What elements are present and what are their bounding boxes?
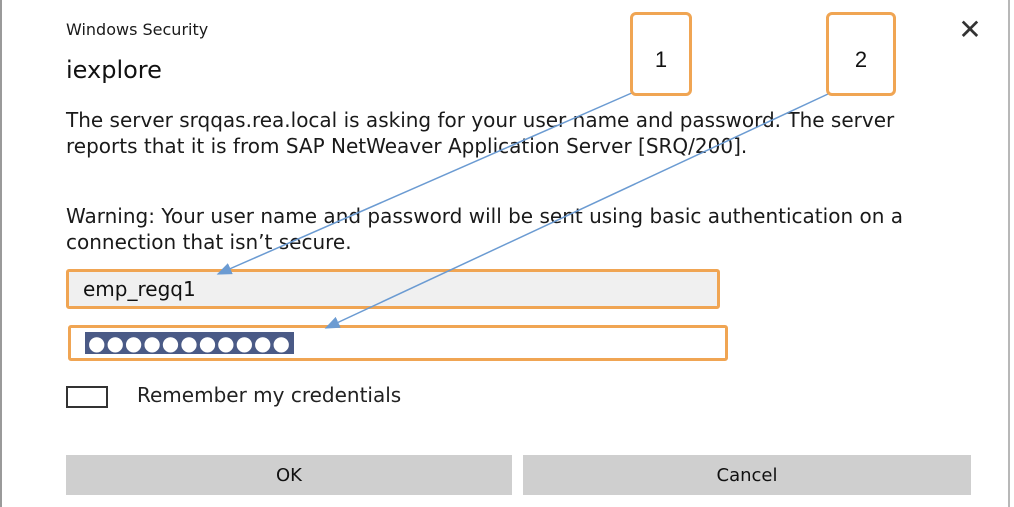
callout-1: 1	[630, 12, 692, 96]
remember-credentials-checkbox[interactable]	[66, 386, 108, 408]
server-message: The server srqqas.rea.local is asking fo…	[66, 108, 895, 158]
username-value: emp_regq1	[83, 277, 196, 301]
remember-credentials-label[interactable]: Remember my credentials	[137, 383, 401, 407]
password-field[interactable]: ●●●●●●●●●●●	[68, 325, 728, 361]
close-icon[interactable]: ✕	[954, 14, 986, 46]
password-value: ●●●●●●●●●●●	[85, 332, 294, 354]
app-title: Windows Security	[66, 20, 209, 39]
username-field[interactable]: emp_regq1	[66, 269, 720, 309]
dialog-heading: iexplore	[66, 56, 162, 84]
cancel-button[interactable]: Cancel	[523, 455, 971, 495]
ok-button[interactable]: OK	[66, 455, 512, 495]
warning-message: Warning: Your user name and password wil…	[66, 204, 904, 254]
callout-2: 2	[826, 12, 896, 96]
